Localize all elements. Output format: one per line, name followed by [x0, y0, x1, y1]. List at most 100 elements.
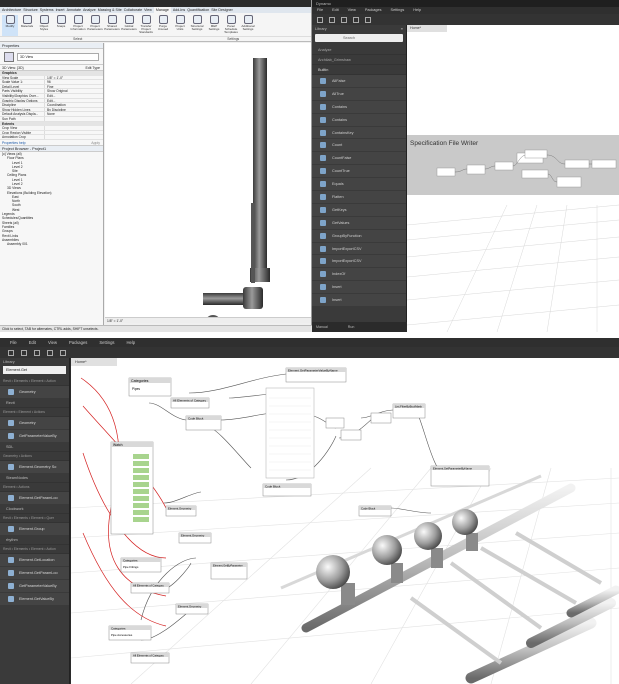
list-filter-node[interactable]: List.FilterByBoolMask [392, 403, 426, 419]
menu-view[interactable]: View [48, 338, 57, 347]
search-result-item[interactable]: GetParameterValueBy [0, 430, 69, 443]
code-block-node[interactable]: Code Block [185, 415, 222, 431]
library-item[interactable]: AllFalse [312, 75, 406, 88]
open-file-icon[interactable] [329, 16, 335, 23]
property-value[interactable]: None [44, 112, 103, 116]
set-parameter-node[interactable]: Element.SetParameterByName [430, 465, 490, 487]
node[interactable] [556, 176, 582, 188]
purge-unused-button[interactable]: Purge Unused [155, 15, 171, 36]
library-item[interactable]: Insert [312, 281, 406, 295]
property-value[interactable]: Fine [44, 84, 103, 89]
element-by-parameter-node[interactable]: Element.GetByParameter [210, 562, 248, 580]
project-information-button[interactable]: Project Information [70, 15, 86, 36]
search-result-category[interactable]: Clockwork [0, 505, 69, 514]
search-result-category[interactable]: rhythm [0, 536, 69, 545]
save-file-icon[interactable] [341, 16, 347, 23]
property-value[interactable] [44, 126, 103, 130]
edit-type-button[interactable]: Edit Type [85, 65, 100, 70]
all-elements-node-2[interactable]: All Elements of Category [130, 582, 170, 594]
shared-parameters-button[interactable]: Shared Parameters [104, 15, 120, 36]
project-units-button[interactable]: Project Units [172, 15, 188, 36]
menu-settings[interactable]: Settings [391, 7, 405, 14]
node[interactable] [466, 164, 486, 175]
list-watch[interactable] [265, 387, 315, 479]
library-search-input[interactable]: Element.Get [3, 366, 66, 374]
library-item[interactable]: GetValues [312, 216, 406, 230]
search-result-category[interactable]: Revit [0, 399, 69, 408]
library-category[interactable]: Analyze [312, 45, 406, 55]
workspace-canvas[interactable]: Categories Pipes All Elements of Categor… [71, 358, 619, 684]
menu-edit[interactable]: Edit [332, 7, 339, 14]
library-item[interactable]: Flatten [312, 191, 406, 204]
element-geometry-node-1[interactable]: Element.Geometry [165, 505, 197, 517]
search-result-item[interactable]: Element.GetLocation [0, 554, 69, 567]
library-item[interactable]: Equals [312, 178, 406, 192]
library-search-input[interactable]: Search [315, 34, 403, 42]
search-result-item[interactable]: Element.GetValueBy [0, 593, 69, 606]
library-options-icon[interactable]: ≡ [401, 25, 403, 33]
property-value[interactable] [44, 135, 103, 139]
new-file-icon[interactable] [317, 16, 323, 23]
library-category[interactable]: Archilab_Grimshaw [312, 55, 406, 65]
code-block-node-3[interactable]: Code Block [358, 505, 392, 517]
library-item[interactable]: Contains [312, 100, 406, 114]
new-file-icon[interactable] [8, 349, 14, 356]
mep-settings-button[interactable]: MEP Settings [206, 15, 222, 36]
element-geometry-node-3[interactable]: Element.Geometry [175, 603, 209, 615]
library-item[interactable]: Contains [312, 113, 406, 127]
undo-icon[interactable] [47, 349, 53, 356]
search-result-item[interactable]: Element.GetParamLoo [0, 492, 69, 505]
get-parameter-node[interactable]: Element.GetParameterValueByName [285, 367, 347, 383]
view-control-bar[interactable]: 1/8" = 1'-0" [105, 317, 311, 323]
save-file-icon[interactable] [34, 349, 40, 356]
open-file-icon[interactable] [21, 349, 27, 356]
library-item[interactable]: AllTrue [312, 87, 406, 101]
code-block-node-2[interactable]: Code Block [262, 483, 312, 497]
property-value[interactable]: Coordination [44, 103, 103, 107]
search-result-item[interactable]: Geometry [0, 417, 69, 430]
workspace-tab[interactable]: Home* [71, 358, 117, 366]
search-result-item[interactable]: GetParameterValueBy [0, 580, 69, 593]
property-value[interactable]: Edit... [44, 93, 103, 98]
property-value[interactable] [44, 116, 103, 121]
view-selector[interactable]: 3D View: {3D} [2, 65, 24, 70]
menu-file[interactable]: File [10, 338, 17, 347]
node[interactable] [494, 161, 514, 171]
workspace-tab[interactable]: Home* [407, 25, 447, 32]
node[interactable] [436, 167, 456, 177]
revit-3d-view[interactable] [105, 43, 311, 343]
search-result-item[interactable]: Element.GetParamLoo [0, 567, 69, 580]
search-result-item[interactable]: Element.Geometry So [0, 461, 69, 474]
redo-icon[interactable] [60, 349, 66, 356]
properties-help-link[interactable]: Properties help [2, 140, 26, 145]
property-value[interactable]: Edit... [44, 98, 103, 103]
library-item[interactable]: CountTrue [312, 165, 406, 179]
apply-button[interactable]: Apply [91, 140, 100, 145]
project-parameters-button[interactable]: Project Parameters [87, 15, 103, 36]
library-item[interactable]: IndexOf [312, 268, 406, 282]
property-value[interactable]: Show Original [44, 89, 103, 93]
menu-edit[interactable]: Edit [29, 338, 36, 347]
library-item[interactable]: ImportExportCSV [312, 242, 406, 256]
categories-node-mid[interactable]: Categories Pipe Fittings [120, 557, 162, 573]
search-result-item[interactable]: Geometry [0, 386, 69, 399]
workspace-canvas[interactable]: Specification File Writer [407, 25, 619, 332]
all-elements-node-3[interactable]: All Elements of Category [130, 652, 170, 664]
all-elements-node-1[interactable]: All Elements of Category [170, 397, 210, 409]
library-item[interactable]: ImportExportCSV [312, 255, 406, 269]
library-item[interactable]: Insert [312, 294, 406, 308]
element-geometry-node-2[interactable]: Element.Geometry [178, 532, 212, 544]
property-value[interactable] [44, 130, 103, 135]
library-item[interactable]: CountFalse [312, 152, 406, 166]
library-item[interactable]: GetKeys [312, 203, 406, 217]
search-result-category[interactable]: SDL [0, 443, 69, 452]
search-result-category[interactable]: SteamNodes [0, 474, 69, 483]
categories-node-bot[interactable]: Categories Pipe Accessories [108, 625, 152, 641]
categories-node-top[interactable]: Categories Pipes [128, 377, 172, 397]
watch-node[interactable]: Watch [110, 441, 154, 535]
property-value[interactable]: By Discipline [44, 107, 103, 112]
menu-file[interactable]: File [317, 7, 323, 14]
node[interactable] [524, 149, 548, 159]
menu-packages[interactable]: Packages [365, 7, 382, 14]
library-category[interactable]: Builtin [312, 65, 406, 75]
